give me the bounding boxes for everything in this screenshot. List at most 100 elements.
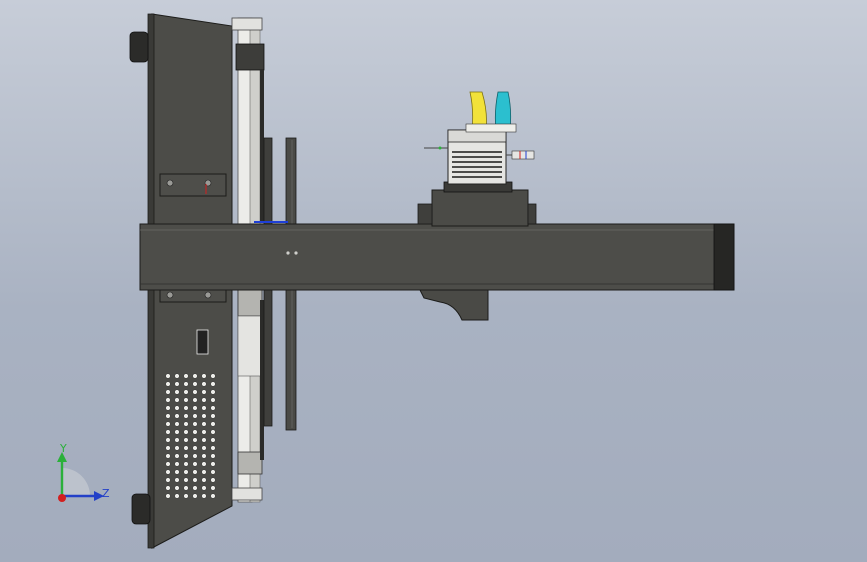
vent-hole	[165, 389, 171, 395]
vent-hole	[210, 389, 216, 395]
vent-hole	[201, 453, 207, 459]
vent-hole	[174, 461, 180, 467]
vent-hole	[183, 477, 189, 483]
vent-hole	[210, 421, 216, 427]
vent-hole	[192, 445, 198, 451]
vent-hole	[165, 445, 171, 451]
panel-slot	[196, 329, 209, 355]
cad-viewport[interactable]: Y Z	[0, 0, 867, 562]
vent-hole	[201, 389, 207, 395]
vent-hole	[183, 453, 189, 459]
vent-hole	[192, 389, 198, 395]
vent-hole	[174, 437, 180, 443]
vent-hole	[183, 413, 189, 419]
vent-hole	[201, 493, 207, 499]
vent-hole	[201, 445, 207, 451]
triad-quadrant	[62, 468, 90, 496]
vent-hole	[183, 429, 189, 435]
vent-hole	[210, 397, 216, 403]
bottom-pulley	[237, 451, 263, 475]
vent-hole	[192, 453, 198, 459]
vent-hole	[201, 405, 207, 411]
vent-hole	[201, 421, 207, 427]
vent-hole	[174, 445, 180, 451]
knob-top	[129, 31, 149, 63]
vent-hole	[165, 381, 171, 387]
vent-hole	[192, 373, 198, 379]
vent-hole	[174, 453, 180, 459]
vent-hole	[165, 405, 171, 411]
vent-hole	[183, 421, 189, 427]
vent-hole	[165, 485, 171, 491]
knob-bottom	[131, 493, 151, 525]
vent-hole	[183, 461, 189, 467]
vent-hole	[210, 437, 216, 443]
vent-hole	[192, 469, 198, 475]
vent-hole	[174, 469, 180, 475]
vent-hole	[210, 469, 216, 475]
vent-hole	[201, 469, 207, 475]
vent-hole	[183, 493, 189, 499]
vent-hole	[192, 421, 198, 427]
vent-hole	[192, 429, 198, 435]
motor-mount-block	[431, 189, 529, 227]
mid-pulley	[237, 289, 263, 317]
vent-hole	[183, 389, 189, 395]
vent-hole	[192, 405, 198, 411]
vent-hole	[192, 461, 198, 467]
vent-hole	[183, 373, 189, 379]
vent-hole	[165, 493, 171, 499]
vent-hole	[210, 461, 216, 467]
vent-hole	[201, 437, 207, 443]
vent-hole	[174, 397, 180, 403]
vent-hole	[174, 373, 180, 379]
vent-hole	[210, 413, 216, 419]
vent-hole	[165, 413, 171, 419]
vent-hole	[165, 397, 171, 403]
rail-bottom-cap	[231, 487, 263, 501]
vent-hole	[183, 437, 189, 443]
vent-hole	[165, 477, 171, 483]
vent-hole	[165, 429, 171, 435]
vent-hole	[174, 477, 180, 483]
vent-hole	[201, 429, 207, 435]
vent-hole	[183, 445, 189, 451]
vent-hole	[201, 477, 207, 483]
vent-hole	[174, 405, 180, 411]
vent-hole	[174, 429, 180, 435]
vent-hole	[210, 373, 216, 379]
top-pulley	[235, 43, 265, 71]
vent-hole	[165, 461, 171, 467]
vent-hole	[165, 437, 171, 443]
vent-hole	[192, 397, 198, 403]
vent-hole	[192, 381, 198, 387]
vent-hole	[183, 469, 189, 475]
vent-hole	[165, 373, 171, 379]
cad-model[interactable]	[0, 0, 867, 562]
vent-hole	[183, 397, 189, 403]
vent-hole	[192, 477, 198, 483]
motor-assembly[interactable]	[417, 91, 537, 227]
vent-hole	[210, 405, 216, 411]
vent-hole	[210, 381, 216, 387]
vent-hole	[201, 381, 207, 387]
vent-hole	[174, 485, 180, 491]
vent-hole	[165, 469, 171, 475]
vent-hole	[201, 397, 207, 403]
vent-hole	[174, 413, 180, 419]
vent-hole	[201, 485, 207, 491]
rail-top-cap	[231, 17, 263, 31]
vent-hole	[165, 421, 171, 427]
vent-hole	[174, 389, 180, 395]
vent-hole	[192, 437, 198, 443]
vent-hole	[183, 405, 189, 411]
vent-hole	[165, 453, 171, 459]
vent-hole	[210, 429, 216, 435]
vent-hole	[174, 421, 180, 427]
vent-hole	[201, 461, 207, 467]
z-axis-label: Z	[102, 487, 110, 500]
vent-hole	[192, 485, 198, 491]
vent-hole	[183, 381, 189, 387]
vent-hole	[174, 381, 180, 387]
vent-hole	[183, 485, 189, 491]
